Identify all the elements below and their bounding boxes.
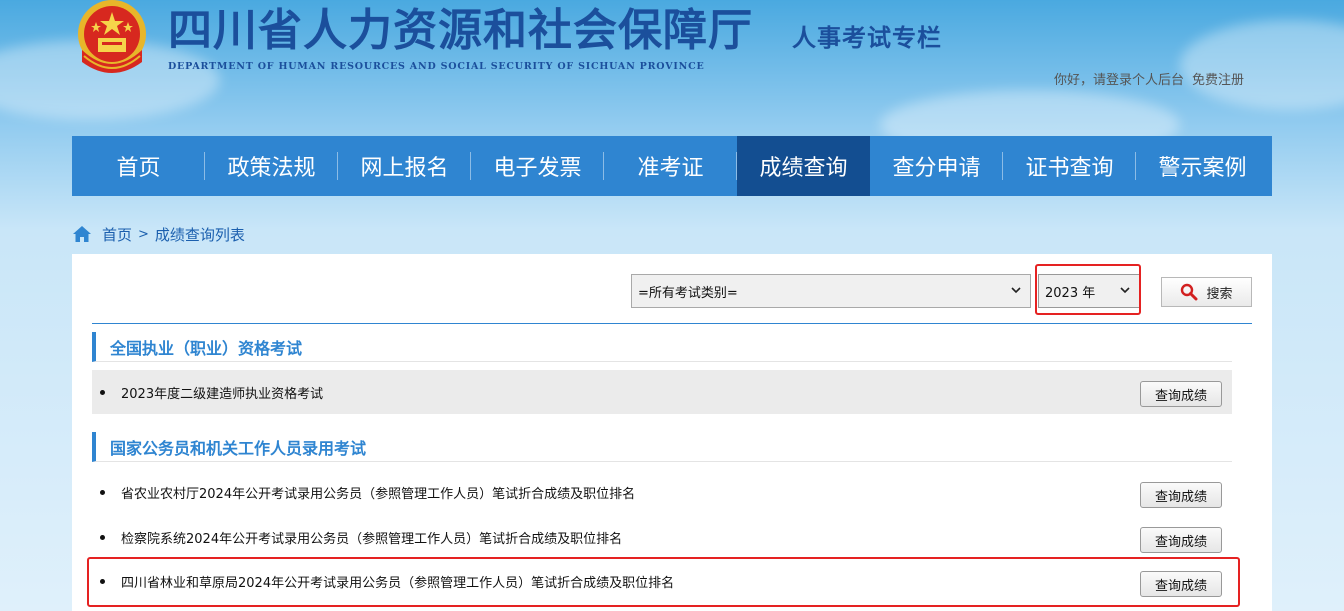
query-score-button[interactable]: 查询成绩 — [1140, 571, 1222, 597]
year-select[interactable]: 2023 年 — [1038, 274, 1140, 308]
breadcrumb-current[interactable]: 成绩查询列表 — [155, 224, 245, 245]
site-header: 四川省人力资源和社会保障厅 DEPARTMENT OF HUMAN RESOUR… — [0, 0, 1344, 136]
exam-title: 省农业农村厅2024年公开考试录用公务员（参照管理工作人员）笔试折合成绩及职位排… — [121, 486, 636, 502]
year-selected-value: 2023 年 — [1045, 285, 1096, 301]
exam-title: 四川省林业和草原局2024年公开考试录用公务员（参照管理工作人员）笔试折合成绩及… — [121, 575, 675, 591]
login-link[interactable]: 你好，请登录个人后台 — [1054, 73, 1184, 88]
query-score-button[interactable]: 查询成绩 — [1140, 482, 1222, 508]
query-score-button[interactable]: 查询成绩 — [1140, 381, 1222, 407]
exam-title: 检察院系统2024年公开考试录用公务员（参照管理工作人员）笔试折合成绩及职位排名 — [121, 531, 623, 547]
section-title-civil-service: 国家公务员和机关工作人员录用考试 — [92, 432, 1232, 462]
breadcrumb-home-link[interactable]: 首页 — [102, 224, 132, 245]
home-icon — [73, 226, 91, 242]
nav-item-certificate-query[interactable]: 证书查询 — [1003, 136, 1136, 196]
site-title: 四川省人力资源和社会保障厅 — [168, 5, 753, 56]
nav-item-registration[interactable]: 网上报名 — [338, 136, 471, 196]
exam-type-selected-value: =所有考试类别= — [638, 285, 738, 301]
chevron-down-icon — [1011, 287, 1021, 294]
chevron-down-icon — [1120, 287, 1130, 294]
user-links: 你好，请登录个人后台 免费注册 — [1054, 69, 1244, 88]
list-item: 四川省林业和草原局2024年公开考试录用公务员（参照管理工作人员）笔试折合成绩及… — [92, 559, 1232, 603]
list-item: 省农业农村厅2024年公开考试录用公务员（参照管理工作人员）笔试折合成绩及职位排… — [92, 470, 1232, 514]
score-list-panel: =所有考试类别= 2023 年 搜索 全国执业（职业）资格考试 2023年度二级… — [72, 254, 1272, 611]
column-title: 人事考试专栏 — [792, 23, 942, 52]
site-subtitle: DEPARTMENT OF HUMAN RESOURCES AND SOCIAL… — [168, 61, 705, 72]
exam-title: 2023年度二级建造师执业资格考试 — [121, 386, 324, 402]
search-button-label: 搜索 — [1206, 286, 1233, 302]
bullet — [100, 489, 105, 495]
search-button[interactable]: 搜索 — [1161, 277, 1252, 307]
search-icon — [1181, 283, 1198, 301]
divider — [92, 323, 1252, 324]
list-item: 2023年度二级建造师执业资格考试 查询成绩 — [92, 370, 1232, 414]
section-title-qualification: 全国执业（职业）资格考试 — [92, 332, 1232, 362]
breadcrumb: 首页 > 成绩查询列表 — [72, 222, 245, 246]
nav-item-score-query[interactable]: 成绩查询 — [737, 136, 870, 196]
nav-item-policy[interactable]: 政策法规 — [205, 136, 338, 196]
list-item: 检察院系统2024年公开考试录用公务员（参照管理工作人员）笔试折合成绩及职位排名… — [92, 515, 1232, 559]
filter-bar: =所有考试类别= 2023 年 搜索 — [72, 254, 1272, 324]
breadcrumb-separator: > — [138, 226, 149, 242]
nav-item-invoice[interactable]: 电子发票 — [471, 136, 604, 196]
query-score-button[interactable]: 查询成绩 — [1140, 527, 1222, 553]
nav-item-admission-ticket[interactable]: 准考证 — [604, 136, 737, 196]
national-emblem-icon — [78, 0, 146, 73]
exam-type-select[interactable]: =所有考试类别= — [631, 274, 1031, 308]
nav-item-score-review[interactable]: 查分申请 — [870, 136, 1003, 196]
bullet — [100, 389, 105, 395]
bullet — [100, 534, 105, 540]
register-link[interactable]: 免费注册 — [1192, 73, 1244, 88]
nav-item-warning-cases[interactable]: 警示案例 — [1136, 136, 1269, 196]
main-nav: 首页 政策法规 网上报名 电子发票 准考证 成绩查询 查分申请 证书查询 警示案… — [72, 136, 1272, 196]
bullet — [100, 578, 105, 584]
nav-item-home[interactable]: 首页 — [72, 136, 205, 196]
